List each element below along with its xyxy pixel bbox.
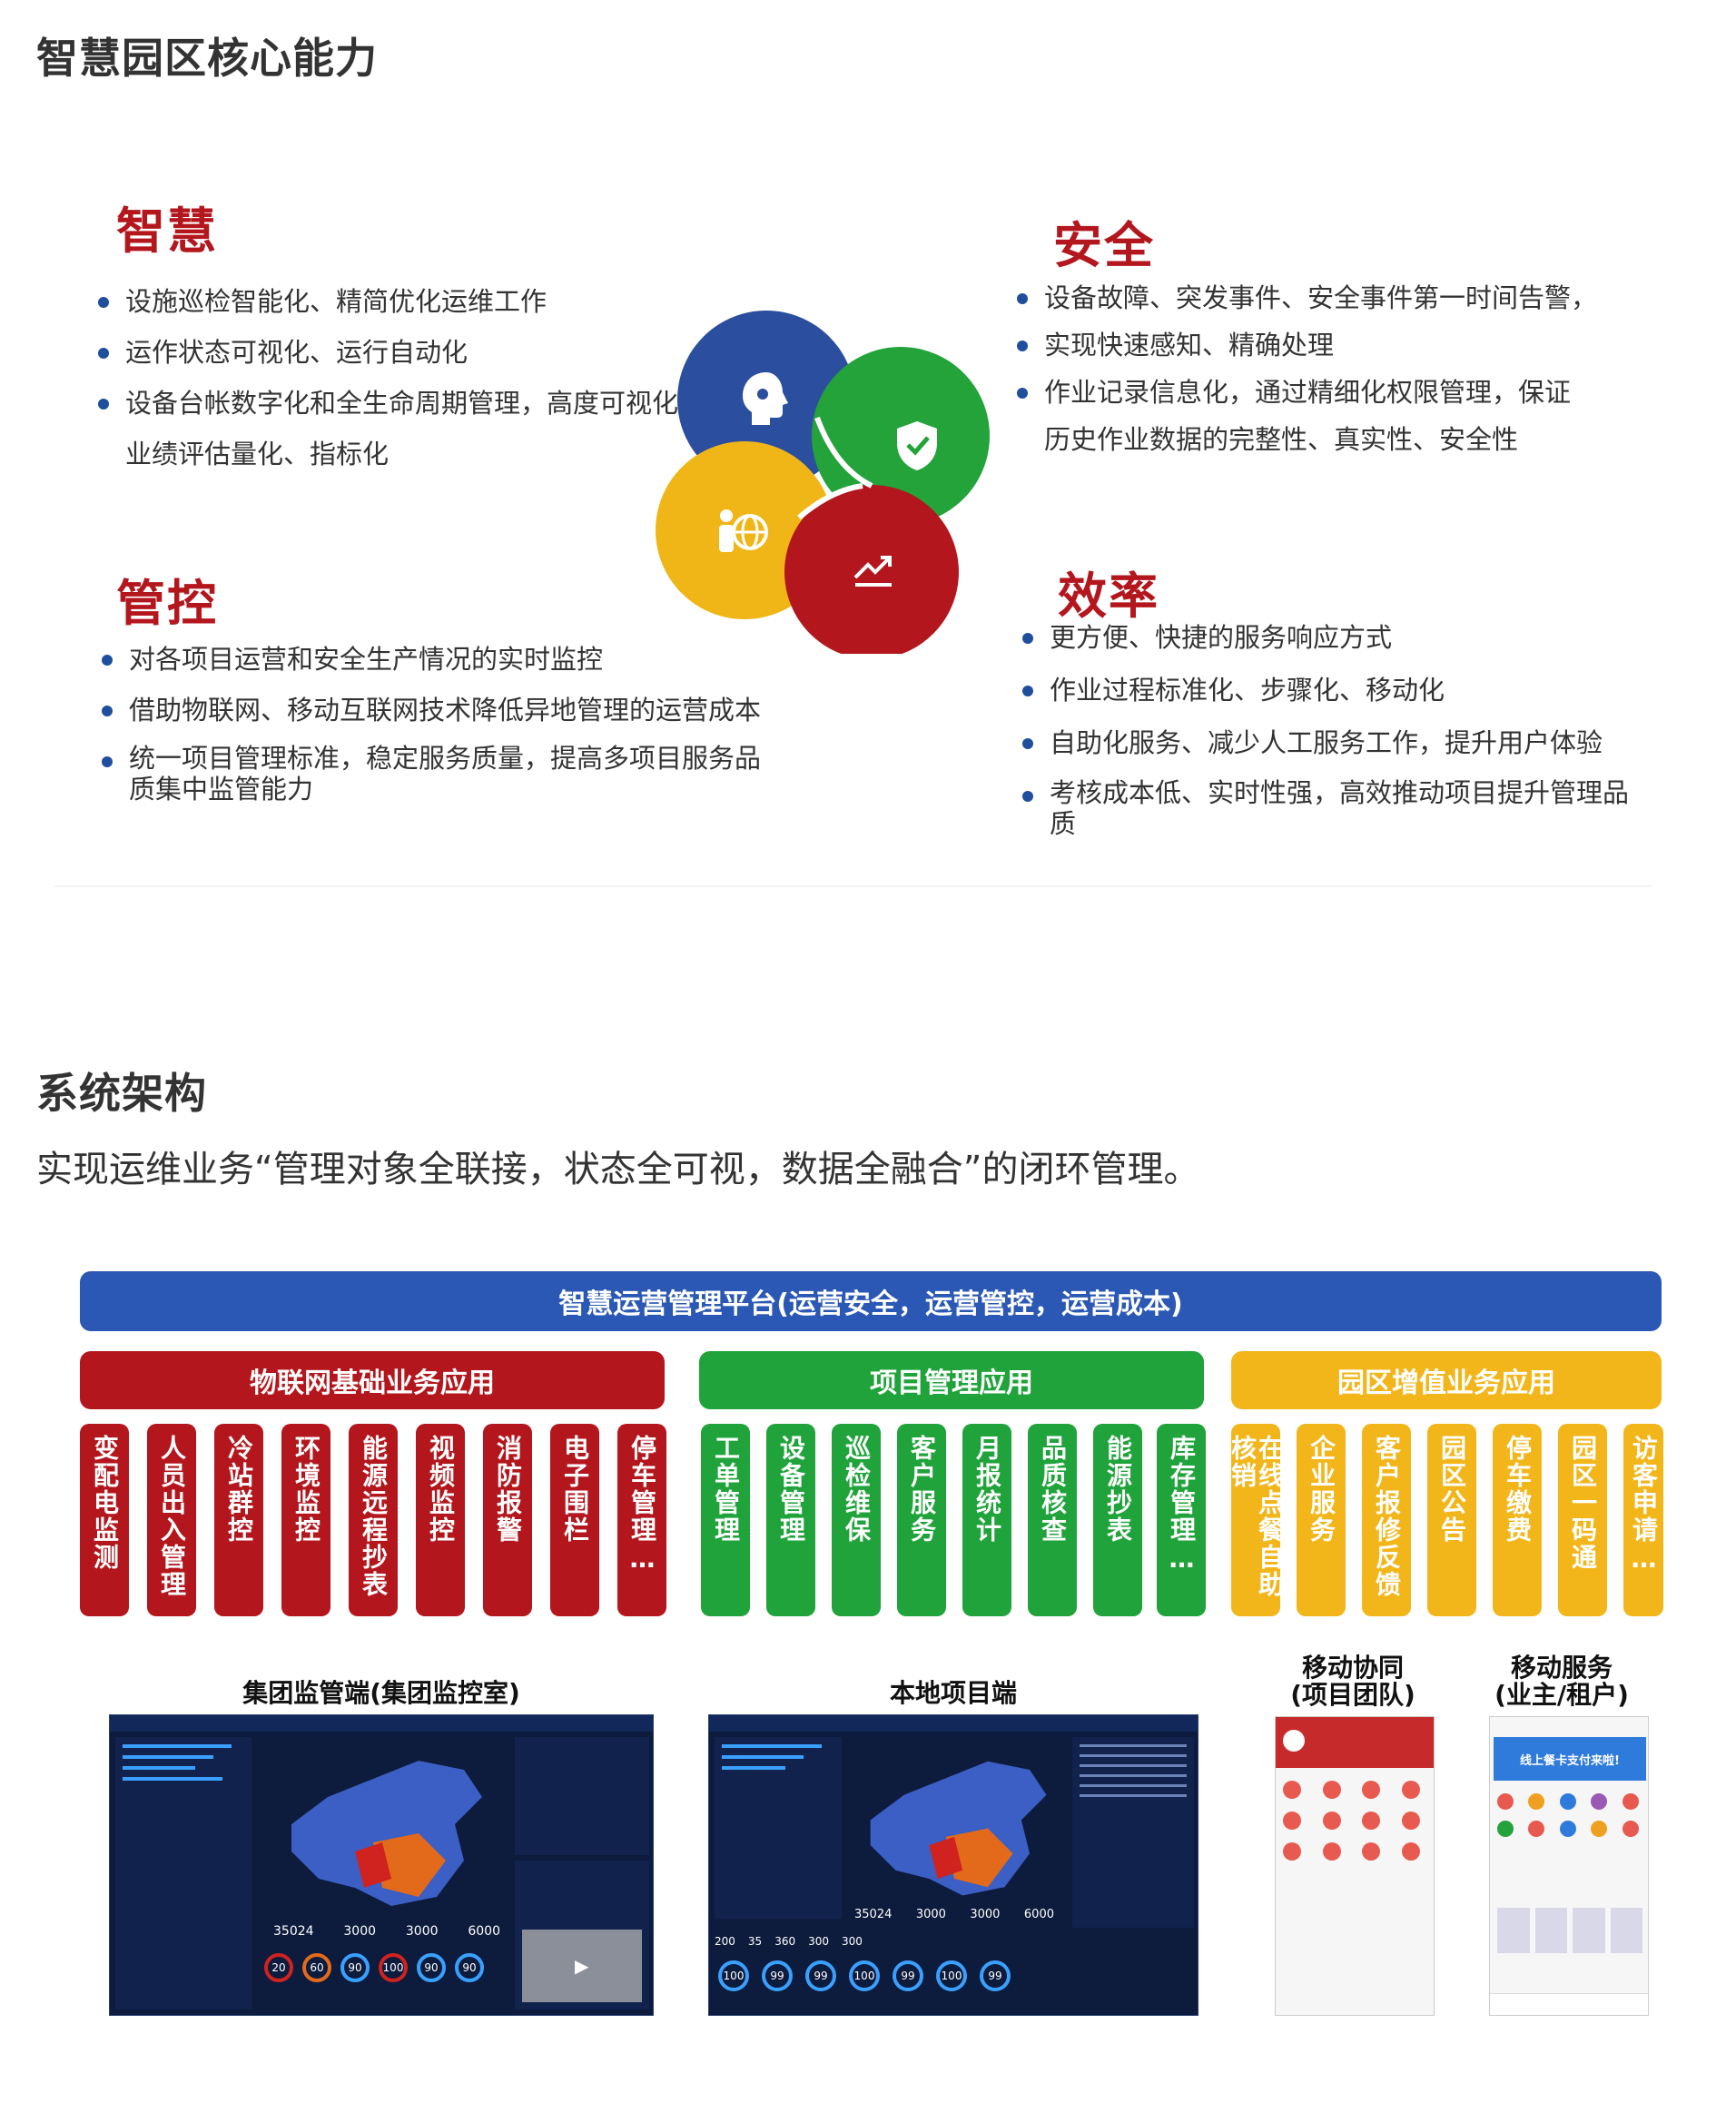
quadrant-title-xiaolv: 效率 [1058, 568, 1159, 625]
list-item-continuation: 质集中监管能力 [129, 774, 314, 805]
avatar [1283, 1730, 1305, 1752]
list-item: 设施巡检智能化、精简优化运维工作 [98, 283, 678, 320]
dashboard-kpis: 200 35 360 300 300 [715, 1935, 863, 1948]
quadrant-list-anquan: 设备故障、突发事件、安全事件第一时间告警， 实现快速感知、精确处理 作业记录信息… [1017, 280, 1597, 458]
app-column: 访客申请… [1623, 1424, 1663, 1616]
group-header-iot: 物联网基础业务应用 [80, 1351, 665, 1409]
list-item: 作业记录信息化，通过精细化权限管理，保证 [1017, 374, 1597, 410]
list-item: 运作状态可视化、运行自动化 [98, 334, 678, 370]
app-column: 园区一码通 [1558, 1424, 1607, 1616]
terminal-label-mobile-team: 移动协同 (项目团队) [1290, 1653, 1415, 1710]
dashboard-video-panel: ▶ [515, 1861, 649, 2009]
dashboard-stats: 35024 3000 3000 6000 [854, 1908, 1054, 1921]
app-column: 消防报警 [483, 1424, 532, 1616]
dashboard-gauges: 20 60 90 100 90 90 [264, 1953, 509, 1982]
app-column: 库存管理… [1157, 1424, 1206, 1616]
app-column: 巡检维保 [832, 1424, 881, 1616]
phone-app-grid [1497, 1793, 1642, 1837]
app-column: 品质核查 [1028, 1424, 1077, 1616]
dashboard-stats: 35024 3000 3000 6000 [273, 1924, 500, 1939]
app-column: 冷站群控 [214, 1424, 263, 1616]
china-map-graphic [870, 1761, 1047, 1896]
mobile-team-screenshot [1275, 1716, 1435, 2016]
group-header-project: 项目管理应用 [699, 1351, 1204, 1409]
list-item: 统一项目管理标准，稳定服务质量，提高多项目服务品 [102, 743, 761, 774]
section-divider [54, 885, 1652, 887]
dashboard-local-screenshot: 35024 3000 3000 6000 200 35 360 300 300 … [708, 1714, 1198, 2016]
list-item: 考核成本低、实时性强，高效推动项目提升管理品 [1022, 777, 1629, 808]
quadrant-list-guankong: 对各项目运营和安全生产情况的实时监控 借助物联网、移动互联网技术降低异地管理的运… [102, 641, 761, 805]
app-column: 客户服务 [897, 1424, 946, 1616]
architecture-intro: 实现运维业务“管理对象全联接，状态全可视，数据全融合”的闭环管理。 [36, 1149, 1200, 1190]
terminal-label-group: 集团监管端(集团监控室) [242, 1678, 520, 1708]
app-column: 停车缴费 [1493, 1424, 1542, 1616]
phone-app-grid [1283, 1781, 1428, 1861]
dashboard-right-panel [515, 1737, 649, 1855]
quadrant-title-guankong: 管控 [116, 575, 218, 632]
dashboard-left-panel [115, 1737, 252, 2009]
quadrant-title-zhihui: 智慧 [116, 202, 218, 260]
list-item: 设备台帐数字化和全生命周期管理，高度可视化 [98, 385, 678, 421]
dashboard-header [709, 1715, 1198, 1732]
dashboard-left-panel [715, 1737, 842, 1919]
capability-circles [656, 311, 990, 654]
list-item-continuation: 历史作业数据的完整性、真实性、安全性 [1044, 424, 1519, 455]
dashboard-gauges: 100 99 99 100 99 100 99 [718, 1960, 1190, 1991]
terminal-label-mobile-service: 移动服务 (业主/租户) [1494, 1653, 1629, 1710]
section-title-capabilities: 智慧园区核心能力 [36, 34, 378, 83]
quadrant-title-anquan: 安全 [1053, 217, 1155, 274]
china-map-graphic [291, 1761, 482, 1906]
list-item-continuation: 质 [1050, 808, 1077, 839]
terminal-label-local: 本地项目端 [889, 1678, 1017, 1708]
quadrant-list-xiaolv: 更方便、快捷的服务响应方式 作业过程标准化、步骤化、移动化 自助化服务、减少人工… [1022, 619, 1629, 839]
list-item: 实现快速感知、精确处理 [1017, 327, 1597, 363]
group-header-value: 园区增值业务应用 [1231, 1351, 1662, 1409]
app-column: 人员出入管理 [147, 1424, 196, 1616]
app-column: 园区公告 [1427, 1424, 1476, 1616]
app-column: 变配电监测 [80, 1424, 129, 1616]
app-column: 停车管理… [617, 1424, 666, 1616]
list-item: 设备故障、突发事件、安全事件第一时间告警， [1017, 280, 1597, 316]
phone-banner: 线上餐卡支付来啦! [1494, 1737, 1646, 1781]
list-item-continuation: 业绩评估量化、指标化 [125, 439, 390, 469]
dashboard-right-list [1072, 1737, 1194, 1928]
app-column: 环境监控 [281, 1424, 330, 1616]
app-column: 月报统计 [962, 1424, 1011, 1616]
app-column: 企业服务 [1297, 1424, 1346, 1616]
list-item: 自助化服务、减少人工服务工作，提升用户体验 [1022, 725, 1629, 761]
section-title-architecture: 系统架构 [36, 1069, 207, 1118]
dashboard-group-screenshot: 35024 3000 3000 6000 20 60 90 100 90 90 … [109, 1714, 654, 2016]
app-column: 设备管理 [766, 1424, 815, 1616]
quadrant-list-zhihui: 设施巡检智能化、精简优化运维工作 运作状态可视化、运行自动化 设备台帐数字化和全… [98, 283, 678, 472]
phone-product-strip [1497, 1908, 1642, 1953]
app-column: 在线点餐自助核销 [1228, 1424, 1285, 1616]
app-column: 视频监控 [416, 1424, 465, 1616]
list-item: 作业过程标准化、步骤化、移动化 [1022, 672, 1629, 708]
app-column: 电子围栏 [550, 1424, 599, 1616]
app-column: 客户报修反馈 [1362, 1424, 1411, 1616]
phone-tabbar [1490, 1993, 1648, 2015]
mobile-service-screenshot: 线上餐卡支付来啦! [1489, 1716, 1649, 2016]
list-item: 更方便、快捷的服务响应方式 [1022, 619, 1629, 656]
app-column: 能源抄表 [1093, 1424, 1142, 1616]
play-icon[interactable]: ▶ [575, 1955, 588, 1977]
dashboard-header [110, 1715, 653, 1732]
platform-banner: 智慧运营管理平台(运营安全，运营管控，运营成本) [80, 1271, 1662, 1331]
list-item: 借助物联网、移动互联网技术降低异地管理的运营成本 [102, 692, 761, 728]
app-column: 能源远程抄表 [349, 1424, 398, 1616]
app-column: 工单管理 [701, 1424, 750, 1616]
